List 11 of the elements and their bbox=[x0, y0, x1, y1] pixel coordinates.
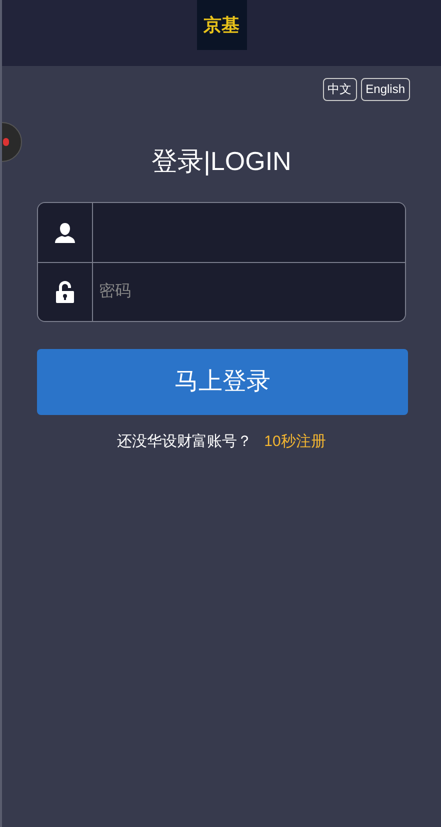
login-title: 登录|LOGIN bbox=[150, 145, 292, 177]
padlock-icon bbox=[55, 281, 75, 303]
username-field[interactable] bbox=[93, 203, 405, 262]
password-field[interactable]: 密码 bbox=[93, 263, 405, 321]
language-button[interactable]: 中文 bbox=[322, 78, 357, 101]
language-button[interactable]: English bbox=[360, 78, 410, 101]
user-icon bbox=[54, 222, 76, 244]
login-button[interactable]: 马上登录 bbox=[37, 349, 408, 415]
logo: 京基 bbox=[196, 0, 246, 50]
register-link[interactable]: 10秒注册 bbox=[264, 431, 326, 454]
register-prompt: 还没华设财富账号？ bbox=[117, 432, 252, 452]
